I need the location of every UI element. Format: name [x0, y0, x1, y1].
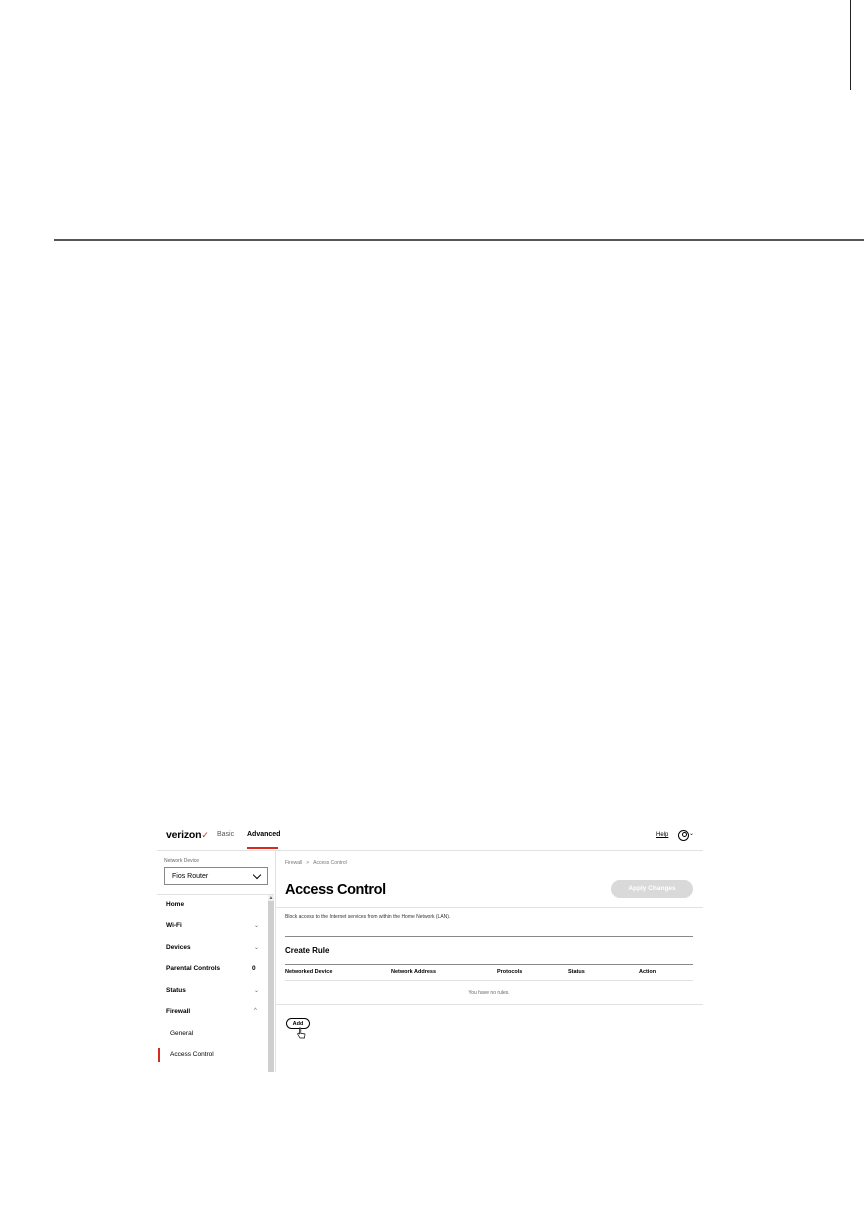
chevron-up-icon[interactable]: ^: [254, 1008, 257, 1014]
hand-cursor-icon: [297, 1027, 306, 1039]
chevron-down-icon[interactable]: ⌄: [689, 830, 694, 837]
sidebar-item-parental-controls[interactable]: Parental Controls: [166, 965, 220, 972]
sidebar-item-wifi[interactable]: Wi-Fi: [166, 922, 182, 929]
column-header-action: Action: [639, 969, 657, 975]
sidebar-subitem-access-control[interactable]: Access Control: [170, 1051, 214, 1058]
sidebar-item-status[interactable]: Status: [166, 987, 186, 994]
sidebar-subitem-general[interactable]: General: [170, 1030, 193, 1037]
user-icon[interactable]: [678, 830, 689, 841]
help-link[interactable]: Help: [656, 832, 668, 838]
sidebar-item-firewall[interactable]: Firewall: [166, 1008, 190, 1015]
active-tab-indicator: [247, 847, 278, 849]
empty-table-message: You have no rules.: [468, 990, 510, 996]
chevron-down-icon[interactable]: ⌄: [254, 944, 259, 951]
logo-text: verizon: [166, 829, 202, 841]
sidebar-scrollbar[interactable]: [268, 896, 274, 1072]
chevron-down-icon[interactable]: ⌄: [254, 922, 259, 929]
check-icon: ✓: [201, 830, 209, 840]
chevron-down-icon: [254, 872, 261, 879]
apply-changes-button[interactable]: Apply Changes: [611, 880, 693, 898]
breadcrumb: Firewall > Access Control: [285, 860, 347, 866]
nav-advanced-tab[interactable]: Advanced: [247, 831, 280, 838]
breadcrumb-separator: >: [306, 860, 310, 866]
page-description: Block access to the Internet services fr…: [285, 914, 451, 920]
breadcrumb-firewall[interactable]: Firewall: [285, 860, 302, 866]
active-item-indicator: [158, 1048, 160, 1062]
page-divider: [54, 239, 864, 241]
top-bar: verizon✓ Basic Advanced Help ⌄: [157, 822, 703, 851]
network-device-select[interactable]: Fios Router: [164, 867, 268, 885]
table-top-divider: [285, 964, 693, 965]
column-header-status: Status: [568, 969, 585, 975]
parental-controls-count: 0: [252, 965, 256, 972]
sidebar: Network Device Fios Router Home Wi-Fi ⌄ …: [157, 850, 276, 1072]
network-device-value: Fios Router: [172, 873, 209, 880]
network-device-label: Network Device: [164, 858, 200, 864]
verizon-logo[interactable]: verizon✓: [166, 829, 209, 841]
table-bottom-divider: [276, 1004, 703, 1005]
router-screenshot: verizon✓ Basic Advanced Help ⌄ Network D…: [157, 822, 703, 1072]
column-header-networked-device: Networked Device: [285, 969, 333, 975]
sidebar-item-home[interactable]: Home: [166, 901, 184, 908]
section-divider: [285, 936, 693, 937]
column-header-network-address: Network Address: [391, 969, 437, 975]
menu-divider: [157, 894, 274, 895]
nav-basic-tab[interactable]: Basic: [217, 831, 234, 838]
breadcrumb-access-control: Access Control: [313, 860, 347, 866]
scroll-up-icon[interactable]: ▲: [268, 895, 274, 901]
section-title: Create Rule: [285, 946, 330, 955]
table-header-divider: [285, 980, 693, 981]
page-title: Access Control: [285, 882, 386, 898]
title-divider: [276, 907, 703, 908]
chevron-down-icon[interactable]: ⌄: [254, 987, 259, 994]
sidebar-item-devices[interactable]: Devices: [166, 944, 191, 951]
column-header-protocols: Protocols: [497, 969, 523, 975]
page-corner-line: [850, 0, 851, 90]
